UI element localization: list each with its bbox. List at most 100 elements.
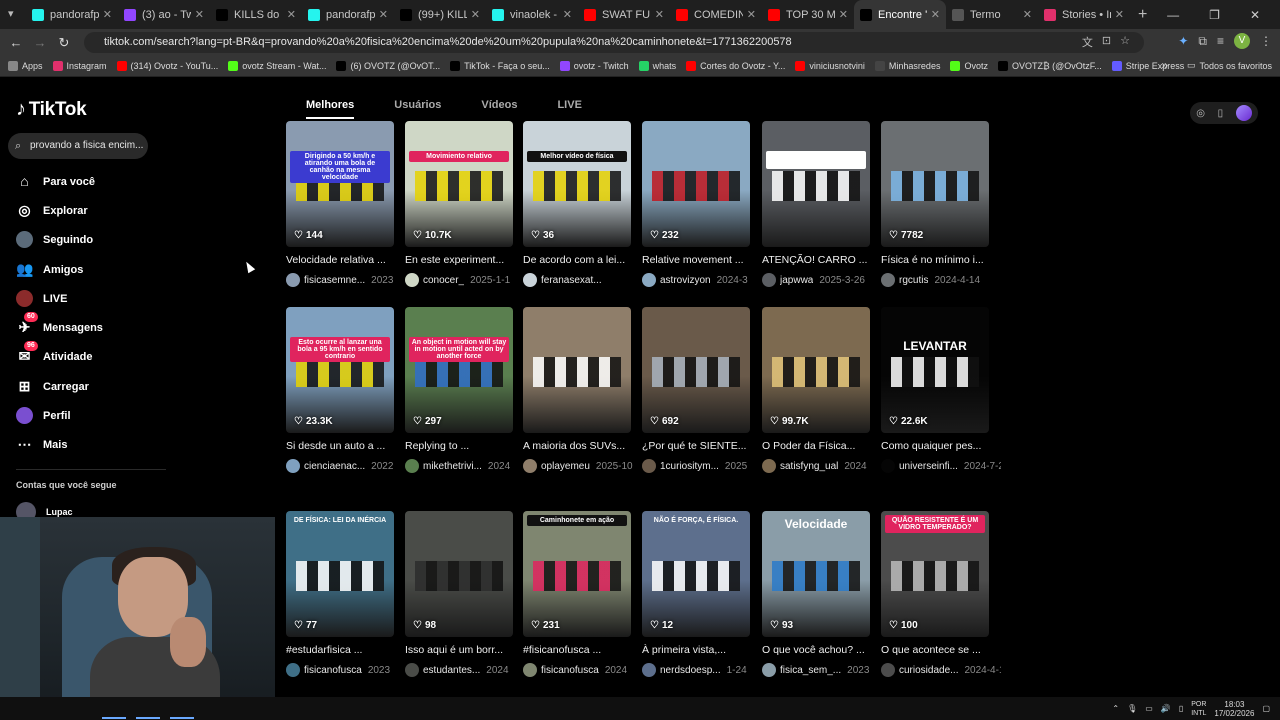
video-description[interactable]: ¿Por qué te SIENTE... <box>642 440 757 452</box>
avatar[interactable] <box>881 663 895 677</box>
video-description[interactable]: O que você achou? ... <box>762 644 877 656</box>
avatar[interactable] <box>762 459 776 473</box>
video-description[interactable]: Como quaiquer pes... <box>881 440 996 452</box>
reload-icon[interactable]: ↻ <box>52 35 76 51</box>
close-tab-icon[interactable]: ✕ <box>471 8 480 21</box>
video-description[interactable]: A maioria dos SUVs... <box>523 440 638 452</box>
video-author[interactable]: 1curiositym... <box>660 461 719 472</box>
language-indicator[interactable]: POR INTL <box>1191 700 1206 718</box>
avatar[interactable] <box>405 459 419 473</box>
bookmark-item[interactable]: ovotz - Twitch <box>559 61 629 71</box>
video-thumbnail[interactable]: LEVANTAR ♡ 22.6K <box>881 307 989 433</box>
sidebar-item-6[interactable]: ✉ 96 Atividade <box>16 341 93 365</box>
avatar[interactable] <box>405 663 419 677</box>
close-tab-icon[interactable]: ✕ <box>1023 8 1032 21</box>
video-author[interactable]: oplayemeu <box>541 461 590 472</box>
video-author[interactable]: cienciaenac... <box>304 461 365 472</box>
video-thumbnail[interactable]: DE FÍSICA: LEI DA INÉRCIA ♡ 77 <box>286 511 394 637</box>
sidebar-item-0[interactable]: ⌂ Para você <box>16 173 95 190</box>
browser-tab[interactable]: Encontre 'p ✕ <box>854 0 946 29</box>
video-thumbnail[interactable]: ♡ 692 <box>642 307 750 433</box>
install-icon[interactable]: ⊡ <box>1102 34 1111 50</box>
bookmark-item[interactable]: Cortes do Ovotz - Y... <box>686 61 785 71</box>
video-thumbnail[interactable] <box>523 307 631 433</box>
bookmark-item[interactable]: Stripe Express <box>1111 61 1184 71</box>
video-description[interactable]: O Poder da Física... <box>762 440 877 452</box>
bookmark-item[interactable]: Apps <box>8 61 43 71</box>
video-author[interactable]: universeinfi... <box>899 461 958 472</box>
video-thumbnail[interactable]: ♡ 98 <box>405 511 513 637</box>
sidebar-item-4[interactable]: LIVE <box>16 290 67 307</box>
coin-icon[interactable]: ◎ <box>1196 108 1205 119</box>
video-description[interactable]: Relative movement ... <box>642 254 757 266</box>
bookmark-item[interactable]: Minhasredes <box>874 61 940 71</box>
browser-tab[interactable]: vinaolek - W ✕ <box>486 0 578 29</box>
clock[interactable]: 18:03 17/02/2026 <box>1214 700 1254 718</box>
video-thumbnail[interactable]: ♡ 99.7K <box>762 307 870 433</box>
reading-list-icon[interactable]: ≡ <box>1217 34 1224 48</box>
forward-icon[interactable]: → <box>28 35 52 50</box>
battery-icon[interactable]: ▯ <box>1179 704 1183 713</box>
video-thumbnail[interactable]: Caminhonete em ação ♡ 231 <box>523 511 631 637</box>
video-description[interactable]: Isso aqui é um borr... <box>405 644 520 656</box>
video-thumbnail[interactable]: um carro bate num pulo, onde você cai? <box>762 121 870 247</box>
all-bookmarks-folder[interactable]: ▭ Todos os favoritos <box>1187 60 1272 71</box>
video-thumbnail[interactable]: ♡ 7782 <box>881 121 989 247</box>
video-description[interactable]: Replying to ... <box>405 440 520 452</box>
video-author[interactable]: fisicanofusca <box>304 665 362 676</box>
avatar[interactable] <box>286 273 300 287</box>
device-icon[interactable]: ▯ <box>1218 108 1224 119</box>
tab-1[interactable]: Usuários <box>394 99 441 119</box>
sidebar-item-1[interactable]: ◎ Explorar <box>16 202 87 219</box>
avatar[interactable] <box>642 459 656 473</box>
avatar[interactable] <box>405 273 419 287</box>
network-icon[interactable]: ▭ <box>1145 704 1153 713</box>
close-tab-icon[interactable]: ✕ <box>287 8 296 21</box>
avatar[interactable] <box>523 273 537 287</box>
bookmark-star-icon[interactable]: ☆ <box>1120 34 1130 50</box>
browser-tab[interactable]: SWAT FURO ✕ <box>578 0 670 29</box>
close-tab-icon[interactable]: ✕ <box>103 8 112 21</box>
bookmark-item[interactable]: Instagram <box>52 61 107 71</box>
bookmark-item[interactable]: viniciusnotvini <box>795 61 865 71</box>
sidebar-item-8[interactable]: Perfil <box>16 407 71 424</box>
bookmark-item[interactable]: OVOTZ₿ (@OvOtzF... <box>997 61 1102 71</box>
avatar[interactable] <box>523 459 537 473</box>
microphone-icon[interactable]: 🎙 <box>1127 704 1137 713</box>
menu-icon[interactable]: ⋮ <box>1260 34 1272 48</box>
video-description[interactable]: En este experiment... <box>405 254 520 266</box>
sidebar-item-9[interactable]: ⋯ Mais <box>16 436 68 453</box>
close-tab-icon[interactable]: ✕ <box>195 8 204 21</box>
bookmark-item[interactable]: whats <box>638 61 676 71</box>
video-thumbnail[interactable]: QUÃO RESISTENTE É UM VIDRO TEMPERADO? ♡ 10… <box>881 511 989 637</box>
browser-tab[interactable]: Termo ✕ <box>946 0 1038 29</box>
video-author[interactable]: curiosidade... <box>899 665 958 676</box>
avatar[interactable] <box>286 459 300 473</box>
new-tab-button[interactable]: + <box>1138 6 1147 24</box>
video-thumbnail[interactable]: Velocidade ♡ 93 <box>762 511 870 637</box>
close-tab-icon[interactable]: ✕ <box>747 8 756 21</box>
close-tab-icon[interactable]: ✕ <box>1115 8 1124 21</box>
video-thumbnail[interactable]: An object in motion will stay in motion … <box>405 307 513 433</box>
tray-overflow-icon[interactable]: ⌃ <box>1112 704 1119 713</box>
video-thumbnail[interactable]: Esto ocurre al lanzar una bola a 95 km/h… <box>286 307 394 433</box>
bookmarks-overflow-button[interactable]: » <box>1161 58 1168 72</box>
url-field[interactable]: tiktok.com/search?lang=pt-BR&q=provando%… <box>84 32 1144 53</box>
video-thumbnail[interactable]: ♡ 232 <box>642 121 750 247</box>
sidebar-item-7[interactable]: ⊞ Carregar <box>16 378 89 395</box>
extensions-puzzle-icon[interactable]: ⧉ <box>1198 34 1207 49</box>
avatar[interactable] <box>881 459 895 473</box>
browser-tab[interactable]: KILLS do Rafa ✕ <box>210 0 302 29</box>
video-description[interactable]: Velocidade relativa ... <box>286 254 401 266</box>
video-author[interactable]: astrovizyon <box>660 275 711 286</box>
maximize-icon[interactable]: ❐ <box>1209 8 1220 22</box>
avatar[interactable] <box>642 273 656 287</box>
video-author[interactable]: fisicasemne... <box>304 275 365 286</box>
translate-icon[interactable]: 文 <box>1082 34 1093 50</box>
video-author[interactable]: feranasexat... <box>541 275 602 286</box>
video-description[interactable]: À primeira vista,... <box>642 644 757 656</box>
bookmark-item[interactable]: (314) Ovotz - YouTu... <box>116 61 218 71</box>
video-description[interactable]: #fisicanofusca ... <box>523 644 638 656</box>
browser-tab[interactable]: COMEDINHA ✕ <box>670 0 762 29</box>
video-author[interactable]: mikethetrivi... <box>423 461 482 472</box>
